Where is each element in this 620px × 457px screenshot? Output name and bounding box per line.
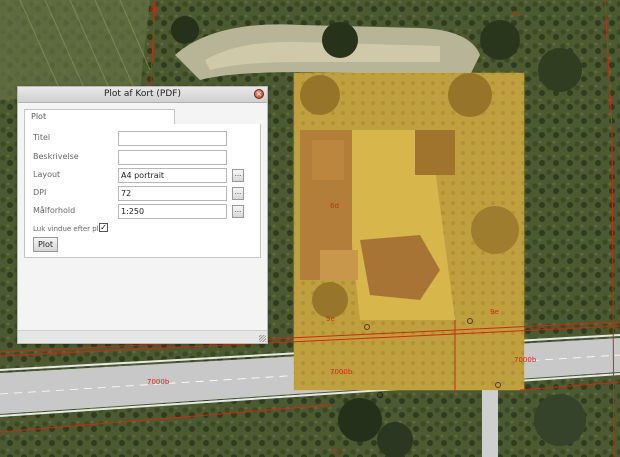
- row-beskrivelse: Beskrivelse: [33, 150, 252, 165]
- map-label-top-a: 8e: [150, 6, 159, 14]
- beskrivelse-input[interactable]: [118, 150, 227, 165]
- close-after-plot-label: Luk vindue efter plot: [33, 225, 106, 233]
- resize-grip-icon[interactable]: [259, 335, 266, 342]
- plot-dialog[interactable]: Plot af Kort (PDF) × Plot Titel Beskrive…: [17, 86, 268, 344]
- map-label-parcel-b: 9e: [326, 315, 335, 323]
- row-dpi: DPI 72 ...: [33, 186, 252, 201]
- beskrivelse-label: Beskrivelse: [33, 152, 79, 161]
- map-label-road-mid: 7000b: [330, 368, 353, 376]
- map-label-bottom: 8e: [332, 448, 341, 456]
- tab-strip: Plot: [24, 108, 261, 125]
- row-titel: Titel: [33, 131, 252, 146]
- titel-input[interactable]: [118, 131, 227, 146]
- scale-field[interactable]: 1:250: [118, 204, 227, 219]
- tab-plot[interactable]: Plot: [24, 109, 175, 124]
- row-scale: Målforhold 1:250 ...: [33, 204, 252, 219]
- plot-extent[interactable]: [293, 72, 525, 391]
- map-label-road-left: 7000b: [147, 378, 170, 386]
- dpi-browse-button[interactable]: ...: [232, 187, 244, 200]
- plot-button[interactable]: Plot: [33, 237, 58, 252]
- map-label-parcel-a: 6d: [330, 202, 339, 210]
- scale-label: Målforhold: [33, 206, 76, 215]
- dialog-titlebar[interactable]: Plot af Kort (PDF) ×: [18, 87, 267, 103]
- dialog-statusbar: [18, 330, 267, 343]
- close-after-plot-checkbox[interactable]: ✓: [99, 223, 108, 232]
- plot-form: Titel Beskrivelse Layout A4 portrait ...…: [24, 124, 261, 258]
- dialog-title: Plot af Kort (PDF): [104, 89, 181, 99]
- titel-label: Titel: [33, 133, 51, 142]
- layout-browse-button[interactable]: ...: [232, 169, 244, 182]
- map-label-parcel-c: 9e: [490, 308, 499, 316]
- dpi-label: DPI: [33, 188, 47, 197]
- map-label-road-right: 7000b: [514, 356, 537, 364]
- close-after-plot-row: Luk vindue efter plot ✓: [33, 223, 108, 234]
- row-layout: Layout A4 portrait ...: [33, 168, 252, 183]
- dpi-field[interactable]: 72: [118, 186, 227, 201]
- layout-label: Layout: [33, 170, 61, 179]
- map-label-top-b: 8e: [512, 10, 521, 18]
- layout-field[interactable]: A4 portrait: [118, 168, 227, 183]
- close-icon[interactable]: ×: [254, 89, 264, 99]
- scale-browse-button[interactable]: ...: [232, 205, 244, 218]
